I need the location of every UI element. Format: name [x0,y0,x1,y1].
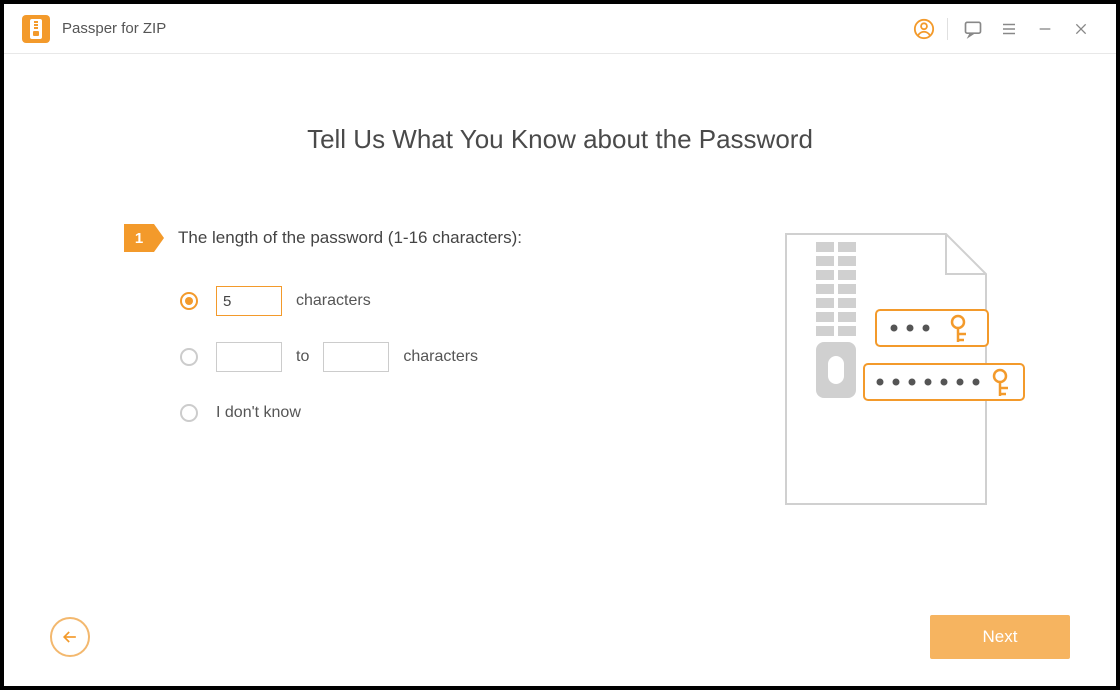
app-window: Passper for ZIP Tell Us What You Know ab… [4,4,1116,686]
separator [947,18,948,40]
radio-range[interactable] [180,348,198,366]
option-range-length[interactable]: to characters [180,342,684,372]
account-icon[interactable] [907,12,941,46]
step-label: The length of the password (1-16 charact… [178,228,522,248]
next-button[interactable]: Next [930,615,1070,659]
app-logo-icon [22,15,50,43]
bottom-bar: Next [4,612,1116,662]
back-button[interactable] [50,617,90,657]
minimize-icon[interactable] [1028,12,1062,46]
exact-suffix: characters [296,292,371,310]
page-heading: Tell Us What You Know about the Password [4,124,1116,155]
range-from-input[interactable] [216,342,282,372]
step-header: 1 The length of the password (1-16 chara… [124,224,684,252]
content-area: Tell Us What You Know about the Password… [4,54,1116,686]
exact-length-input[interactable] [216,286,282,316]
radio-unknown[interactable] [180,404,198,422]
radio-exact[interactable] [180,292,198,310]
step-number-badge: 1 [124,224,154,252]
range-to-input[interactable] [323,342,389,372]
options-group: characters to characters I don't know [124,286,684,428]
zip-illustration-icon [766,224,1026,529]
option-unknown[interactable]: I don't know [180,398,684,428]
menu-icon[interactable] [992,12,1026,46]
titlebar: Passper for ZIP [4,4,1116,54]
feedback-icon[interactable] [956,12,990,46]
close-icon[interactable] [1064,12,1098,46]
unknown-label: I don't know [216,404,301,422]
range-to-label: to [296,348,309,366]
option-exact-length[interactable]: characters [180,286,684,316]
app-title: Passper for ZIP [62,20,166,37]
form-area: 1 The length of the password (1-16 chara… [124,224,684,454]
range-suffix: characters [403,348,478,366]
